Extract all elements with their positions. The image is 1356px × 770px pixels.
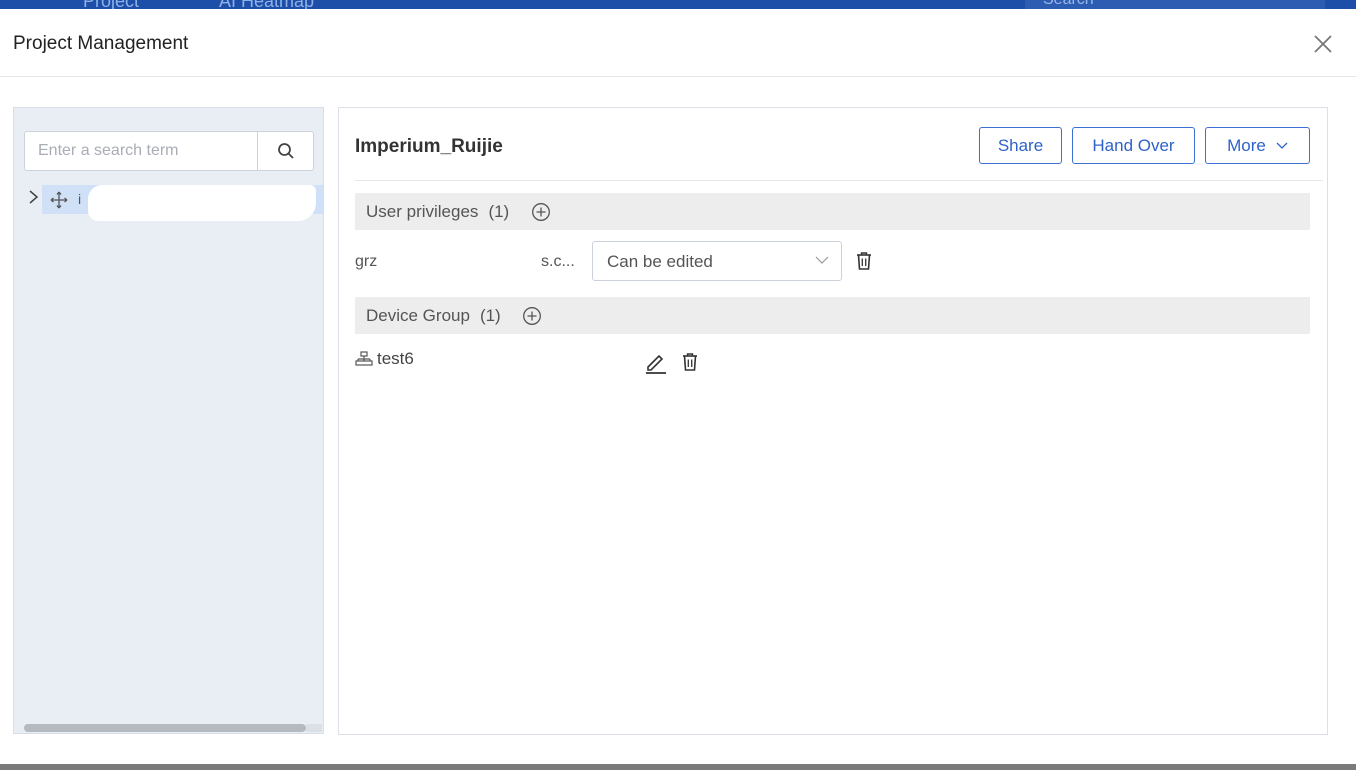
user-privileges-section: User privileges (1) xyxy=(355,193,1310,230)
background-search: Search xyxy=(1025,0,1325,9)
background-nav-heatmap: AI Heatmap xyxy=(219,0,314,9)
modal-title: Project Management xyxy=(13,33,189,54)
permission-select-value: Can be edited xyxy=(607,252,713,271)
horizontal-scrollbar[interactable] xyxy=(24,724,306,732)
device-group-name: test6 xyxy=(377,349,414,368)
project-tree-panel: i xyxy=(13,107,324,734)
background-nav-project: Project xyxy=(83,0,139,9)
edit-icon[interactable] xyxy=(644,350,668,374)
permission-select[interactable]: Can be edited xyxy=(592,241,842,281)
move-icon xyxy=(50,191,68,209)
device-group-section: Device Group (1) xyxy=(355,297,1310,334)
add-device-group-icon[interactable] xyxy=(522,306,542,326)
device-group-count: (1) xyxy=(479,306,501,325)
device-group-heading: Device Group (1) xyxy=(366,306,501,326)
device-group-row: test6 xyxy=(355,346,1310,380)
modal-header: Project Management xyxy=(0,9,1356,77)
trash-icon[interactable] xyxy=(681,352,699,372)
search-button[interactable] xyxy=(257,132,314,170)
share-button[interactable]: Share xyxy=(979,127,1062,164)
horizontal-scrollbar-track xyxy=(306,724,322,732)
user-row: grz s.c... Can be edited xyxy=(355,241,1310,281)
hand-over-button[interactable]: Hand Over xyxy=(1072,127,1195,164)
user-privileges-label: User privileges xyxy=(366,202,479,221)
search-icon xyxy=(278,143,294,159)
user-email-tail: s.c... xyxy=(541,253,575,270)
background-bottom-strip xyxy=(0,764,1356,770)
project-detail-panel: Imperium_Ruijie Share Hand Over More Use… xyxy=(338,107,1328,735)
tree-search-box xyxy=(24,131,314,171)
device-group-label: Device Group xyxy=(366,306,470,325)
chevron-down-icon xyxy=(815,256,829,264)
background-search-placeholder: Search xyxy=(1043,0,1094,9)
chevron-right-icon[interactable] xyxy=(28,189,40,210)
chevron-down-icon xyxy=(1276,142,1288,149)
project-name: Imperium_Ruijie xyxy=(355,136,503,157)
trash-icon[interactable] xyxy=(855,251,873,271)
redaction-mark xyxy=(88,185,316,221)
divider xyxy=(355,180,1323,181)
more-button[interactable]: More xyxy=(1205,127,1310,164)
network-icon xyxy=(355,351,373,366)
more-button-label: More xyxy=(1227,135,1266,155)
tree-search-input[interactable] xyxy=(25,132,257,170)
user-privileges-count: (1) xyxy=(488,202,510,221)
tree-node-project[interactable]: i xyxy=(42,185,324,221)
add-user-icon[interactable] xyxy=(531,202,551,222)
tree-row: i xyxy=(24,183,324,221)
close-icon[interactable] xyxy=(1310,31,1336,57)
user-privileges-heading: User privileges (1) xyxy=(366,202,509,222)
user-email: grz xyxy=(355,253,378,270)
